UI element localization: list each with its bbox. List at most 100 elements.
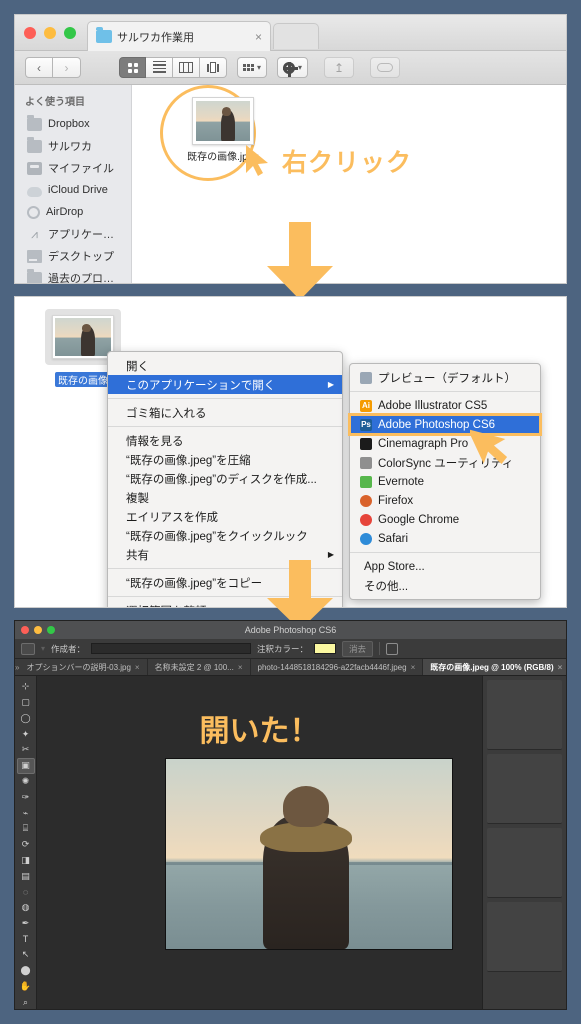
finder-tab[interactable]: サルワカ作業用 × [87, 21, 271, 51]
eraser-tool-icon[interactable]: ◨ [17, 852, 35, 868]
menu-item-open[interactable]: 開く [108, 356, 342, 375]
document-tab[interactable]: photo-1448518184296-a22facb4446f.jpeg × [251, 659, 424, 675]
photoshop-toolbar[interactable]: ⊹ ▢ ◯ ✦ ✂ ▣ ✺ ✑ ⌁ ⌸ ⟳ ◨ ▤ ◌ ◍ ✒ T ↖ ⬤ ✋ [15, 676, 37, 1009]
gradient-tool-icon[interactable]: ▤ [17, 868, 35, 884]
app-item-google-chrome[interactable]: Google Chrome [350, 510, 540, 529]
app-item-evernote[interactable]: Evernote [350, 472, 540, 491]
blur-tool-icon[interactable]: ◌ [17, 884, 35, 900]
panel-color[interactable] [487, 754, 562, 824]
maximize-button-icon[interactable] [47, 626, 55, 634]
canvas-image [165, 758, 453, 950]
tags-icon [377, 63, 394, 72]
panel-navigator[interactable] [487, 680, 562, 750]
chevron-down-icon[interactable]: ▾ [41, 644, 45, 653]
tags-button[interactable] [370, 57, 401, 78]
photoshop-canvas[interactable]: 開いた！ [37, 676, 482, 1009]
minimize-button-icon[interactable] [34, 626, 42, 634]
list-view-button[interactable] [146, 57, 173, 78]
menu-item-compress[interactable]: “既存の画像.jpeg”を圧縮 [108, 450, 342, 469]
close-icon[interactable]: × [558, 663, 563, 672]
app-item-illustrator[interactable]: Ai Adobe Illustrator CS5 [350, 396, 540, 415]
lasso-tool-icon[interactable]: ◯ [17, 711, 35, 727]
author-label: 作成者： [51, 643, 86, 654]
view-mode-buttons[interactable] [119, 57, 227, 78]
document-tab[interactable]: オプションバーの説明-03.jpg × [19, 659, 148, 675]
app-item-firefox[interactable]: Firefox [350, 491, 540, 510]
column-view-button[interactable] [173, 57, 200, 78]
menu-item-move-to-trash[interactable]: ゴミ箱に入れる [108, 403, 342, 422]
sidebar-item-saruwaka[interactable]: サルワカ [15, 135, 131, 157]
panel-adjustments[interactable] [487, 902, 562, 972]
menu-item-duplicate[interactable]: 複製 [108, 488, 342, 507]
path-selection-tool-icon[interactable]: ↖ [17, 947, 35, 963]
menu-item-open-with[interactable]: このアプリケーションで開く ▶ [108, 375, 342, 394]
close-button-icon[interactable] [21, 626, 29, 634]
menu-item-get-info[interactable]: 情報を見る [108, 431, 342, 450]
minimize-button-icon[interactable] [44, 27, 56, 39]
type-tool-icon[interactable]: T [17, 931, 35, 947]
photoshop-panels[interactable] [482, 676, 566, 1009]
sidebar-item-airdrop[interactable]: AirDrop [15, 201, 131, 223]
author-input[interactable] [91, 643, 252, 654]
cinemagraph-app-icon [360, 437, 372, 450]
panel-toggle-icon[interactable] [386, 642, 399, 655]
opened-annotation: 開いた！ [199, 715, 320, 748]
back-button[interactable]: ‹ [25, 57, 53, 78]
close-icon[interactable]: × [251, 30, 262, 44]
navigation-buttons[interactable]: ‹ › [25, 57, 81, 78]
open-with-submenu[interactable]: プレビュー（デフォルト） Ai Adobe Illustrator CS5 Ps… [348, 363, 542, 600]
hand-tool-icon[interactable]: ✋ [17, 979, 35, 995]
icon-view-button[interactable] [119, 57, 146, 78]
clone-stamp-tool-icon[interactable]: ⌸ [17, 821, 35, 837]
sidebar-item-icloud-drive[interactable]: iCloud Drive [15, 179, 131, 201]
sidebar-item-dropbox[interactable]: Dropbox [15, 113, 131, 135]
window-controls[interactable] [21, 626, 55, 634]
marquee-tool-icon[interactable]: ▢ [17, 695, 35, 711]
coverflow-view-button[interactable] [200, 57, 227, 78]
document-tab-active[interactable]: 既存の画像.jpeg @ 100% (RGB/8) × [423, 659, 566, 675]
sidebar-item-myfiles[interactable]: マイファイル [15, 157, 131, 179]
forward-button[interactable]: › [53, 57, 81, 78]
move-tool-icon[interactable]: ⊹ [17, 679, 35, 695]
clear-button[interactable]: 消去 [342, 640, 374, 657]
annotation-color-swatch[interactable] [314, 643, 337, 654]
healing-brush-tool-icon[interactable]: ✑ [17, 789, 35, 805]
photoshop-window: Adobe Photoshop CS6 ▾ 作成者： 注釈カラー： 消去 » オ… [14, 620, 567, 1010]
sidebar-item-recent-projects[interactable]: 過去のプロ… [15, 267, 131, 283]
app-item-safari[interactable]: Safari [350, 529, 540, 548]
photoshop-document-tabs[interactable]: » オプションバーの説明-03.jpg × 名称未設定 2 @ 100... ×… [15, 659, 566, 676]
document-tab[interactable]: 名称未設定 2 @ 100... × [148, 659, 251, 675]
action-button[interactable]: ▾ [277, 57, 309, 78]
finder-titlebar: サルワカ作業用 × [15, 15, 566, 51]
arrange-button[interactable]: ▾ [237, 57, 268, 78]
app-item-app-store[interactable]: App Store... [350, 557, 540, 576]
app-item-other[interactable]: その他... [350, 576, 540, 595]
pen-tool-icon[interactable]: ✒ [17, 916, 35, 932]
menu-item-make-alias[interactable]: エイリアスを作成 [108, 507, 342, 526]
eyedropper-tool-icon[interactable]: ✺ [17, 774, 35, 790]
dodge-tool-icon[interactable]: ◍ [17, 900, 35, 916]
share-button[interactable]: ↥ [324, 57, 355, 78]
crop-tool-icon[interactable]: ✂ [17, 742, 35, 758]
active-tool-icon[interactable] [21, 642, 35, 655]
slice-tool-icon[interactable]: ▣ [16, 757, 35, 774]
menu-item-quick-look[interactable]: “既存の画像.jpeg”をクイックルック [108, 526, 342, 545]
close-button-icon[interactable] [24, 27, 36, 39]
magic-wand-tool-icon[interactable]: ✦ [17, 726, 35, 742]
shape-tool-icon[interactable]: ⬤ [17, 963, 35, 979]
app-item-preview[interactable]: プレビュー（デフォルト） [350, 368, 540, 387]
close-icon[interactable]: × [411, 663, 416, 672]
panel-layers[interactable] [487, 828, 562, 898]
history-brush-tool-icon[interactable]: ⟳ [17, 837, 35, 853]
menu-item-burn-disk[interactable]: “既存の画像.jpeg”のディスクを作成... [108, 469, 342, 488]
brush-tool-icon[interactable]: ⌁ [17, 805, 35, 821]
close-icon[interactable]: × [238, 663, 243, 672]
maximize-button-icon[interactable] [64, 27, 76, 39]
sidebar-item-desktop[interactable]: デスクトップ [15, 245, 131, 267]
zoom-tool-icon[interactable]: ⌕ [17, 994, 35, 1009]
window-controls[interactable] [24, 27, 76, 39]
new-tab-button[interactable] [273, 23, 319, 49]
column-view-icon [179, 62, 193, 73]
close-icon[interactable]: × [135, 663, 140, 672]
sidebar-item-applications[interactable]: ⩘ アプリケー… [15, 223, 131, 245]
